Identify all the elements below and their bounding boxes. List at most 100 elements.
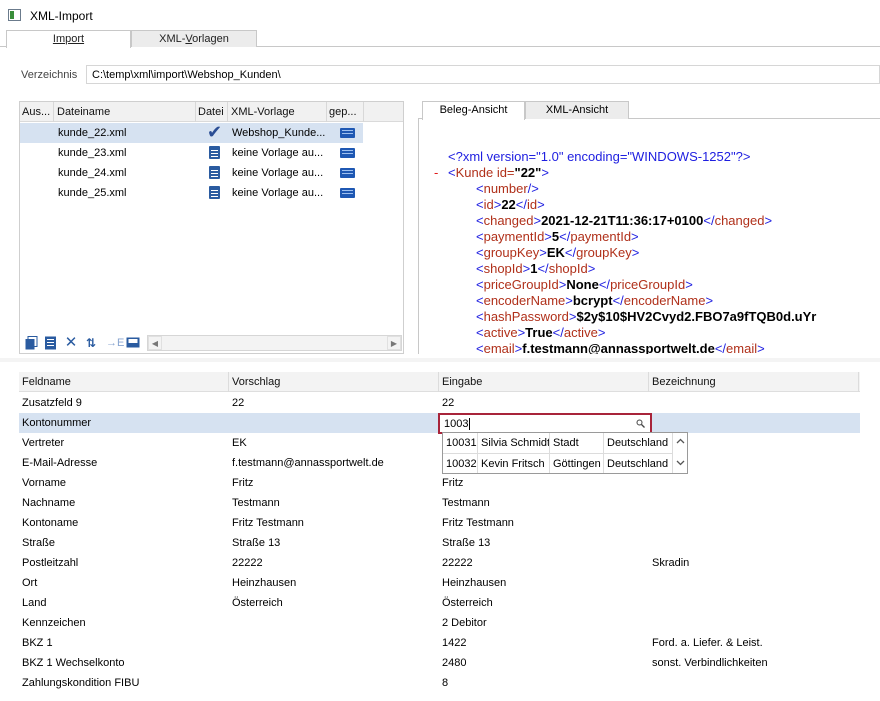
field-row[interactable]: Ort Heinzhausen Heinzhausen [19, 573, 860, 593]
field-row[interactable]: BKZ 1 Wechselkonto 2480 sonst. Verbindlich… [19, 653, 860, 673]
column-header-auswahl[interactable]: Aus... [22, 106, 52, 118]
xml-tag: encoderName [623, 293, 706, 308]
column-divider[interactable] [227, 102, 228, 122]
field-input[interactable]: Straße 13 [442, 537, 490, 549]
chevron-down-icon[interactable] [676, 459, 685, 469]
document-icon [209, 146, 223, 160]
field-input[interactable]: Fritz [442, 477, 463, 489]
xml-view[interactable]: <?xml version="1.0" encoding="WINDOWS-12… [418, 119, 880, 354]
kontonummer-input[interactable]: 1003 [438, 413, 652, 434]
column-header-geprueft[interactable]: gep... [329, 106, 357, 118]
xml-value: True [525, 325, 553, 340]
field-description: sonst. Verbindlichkeiten [652, 657, 768, 669]
folder-icon[interactable] [340, 168, 355, 178]
field-name: Kontonummer [22, 417, 92, 429]
field-input[interactable]: 1422 [442, 637, 466, 649]
field-row[interactable]: Straße Straße 13 Straße 13 [19, 533, 860, 553]
column-divider[interactable] [326, 102, 327, 122]
column-divider[interactable] [53, 102, 54, 122]
xml-element: <paymentId>5</paymentId> [476, 229, 639, 244]
scroll-right-icon[interactable]: ▶ [387, 336, 401, 350]
file-row[interactable]: kunde_22.xml ✔ Webshop_Kunde... [20, 123, 363, 143]
panel-splitter[interactable] [0, 358, 880, 362]
field-row[interactable]: Vorname Fritz Fritz [19, 473, 860, 493]
column-divider[interactable] [858, 372, 859, 392]
field-row[interactable]: Vertreter EK [19, 433, 860, 453]
inbox-icon[interactable] [126, 336, 140, 350]
file-row[interactable]: kunde_25.xml keine Vorlage au... [20, 183, 363, 203]
document-list-icon[interactable] [43, 336, 57, 350]
field-input[interactable]: 2 Debitor [442, 617, 487, 629]
app-icon [8, 9, 21, 21]
field-row[interactable]: Postleitzahl 22222 22222 Skradin [19, 553, 860, 573]
column-header-dateiname[interactable]: Dateiname [57, 106, 110, 118]
tab-xml-vorlagen[interactable]: XML-Vorlagen [131, 30, 257, 47]
xml-tag: paymentId [570, 229, 632, 244]
xml-tag: groupKey [483, 245, 540, 260]
folder-icon[interactable] [340, 148, 355, 158]
tab-xml-ansicht[interactable]: XML-Ansicht [525, 101, 629, 119]
tab-beleg-ansicht[interactable]: Beleg-Ansicht [422, 101, 525, 120]
file-row[interactable]: kunde_23.xml keine Vorlage au... [20, 143, 363, 163]
field-input[interactable]: 8 [442, 677, 448, 689]
suggestion-nr: 10032 [446, 458, 477, 470]
import-icon[interactable]: →E [106, 336, 124, 350]
xml-element: <hashPassword>$2y$10$HV2Cvyd2.FBO7a9fTQB… [476, 309, 817, 324]
directory-field[interactable]: C:\temp\xml\import\Webshop_Kunden\ [86, 65, 880, 84]
field-row[interactable]: Kennzeichen 2 Debitor [19, 613, 860, 633]
tab-import[interactable]: Import [6, 30, 131, 48]
field-row[interactable]: Zahlungskondition FIBU 8 [19, 673, 860, 693]
file-name: kunde_24.xml [58, 167, 127, 179]
xml-tag: number [483, 181, 528, 196]
file-list-scrollbar[interactable]: ◀ ▶ [147, 335, 402, 351]
field-name: Zusatzfeld 9 [22, 397, 82, 409]
field-input[interactable]: 22222 [442, 557, 473, 569]
field-row[interactable]: Land Österreich Österreich [19, 593, 860, 613]
suggestion-land: Deutschland [607, 458, 669, 470]
file-name: kunde_22.xml [58, 127, 127, 139]
xml-root-attr-name: id= [496, 165, 515, 180]
field-row[interactable]: E-Mail-Adresse f.testmann@annassportwelt.… [19, 453, 860, 473]
file-list-header: Aus... Dateiname Datei XML-Vorlage gep..… [20, 102, 403, 122]
field-row[interactable]: Zusatzfeld 9 22 22 [19, 393, 860, 413]
column-divider[interactable] [195, 102, 196, 122]
column-header-feldname[interactable]: Feldname [22, 376, 71, 388]
chevron-up-icon[interactable] [676, 437, 685, 447]
search-icon[interactable] [636, 419, 645, 428]
column-header-bezeichnung[interactable]: Bezeichnung [652, 376, 716, 388]
xml-element: <encoderName>bcrypt</encoderName> [476, 293, 714, 308]
xml-element: <active>True</active> [476, 325, 606, 340]
folder-icon[interactable] [340, 188, 355, 198]
suggestion-name: Kevin Fritsch [481, 458, 545, 470]
folder-icon[interactable] [340, 128, 355, 138]
column-divider[interactable] [438, 372, 439, 392]
field-row[interactable]: BKZ 1 1422 Ford. a. Liefer. & Leist. [19, 633, 860, 653]
field-row[interactable]: Nachname Testmann Testmann [19, 493, 860, 513]
xml-tag: paymentId [483, 229, 545, 244]
sort-icon[interactable]: ⇅ [84, 336, 98, 350]
column-divider[interactable] [363, 102, 364, 122]
field-input[interactable]: Österreich [442, 597, 493, 609]
field-row[interactable]: Kontoname Fritz Testmann Fritz Testmann [19, 513, 860, 533]
scroll-left-icon[interactable]: ◀ [148, 336, 162, 350]
xml-tag: email [483, 341, 515, 354]
dropdown-scrollbar[interactable] [672, 433, 687, 473]
field-input[interactable]: Heinzhausen [442, 577, 506, 589]
document-icon [209, 186, 223, 200]
field-input[interactable]: Testmann [442, 497, 490, 509]
column-header-xml-vorlage[interactable]: XML-Vorlage [231, 106, 295, 118]
directory-label: Verzeichnis [21, 69, 78, 81]
column-header-eingabe[interactable]: Eingabe [442, 376, 482, 388]
field-input[interactable]: Fritz Testmann [442, 517, 514, 529]
copy-icon[interactable] [24, 336, 38, 350]
delete-icon[interactable]: ✕ [64, 335, 78, 350]
file-row[interactable]: kunde_24.xml keine Vorlage au... [20, 163, 363, 183]
column-header-vorschlag[interactable]: Vorschlag [232, 376, 280, 388]
field-input[interactable]: 2480 [442, 657, 466, 669]
column-header-datei[interactable]: Datei [198, 106, 224, 118]
column-divider[interactable] [648, 372, 649, 392]
xml-tag: active [563, 325, 598, 340]
column-divider[interactable] [228, 372, 229, 392]
collapse-icon[interactable]: - [434, 165, 438, 181]
field-input[interactable]: 22 [442, 397, 454, 409]
